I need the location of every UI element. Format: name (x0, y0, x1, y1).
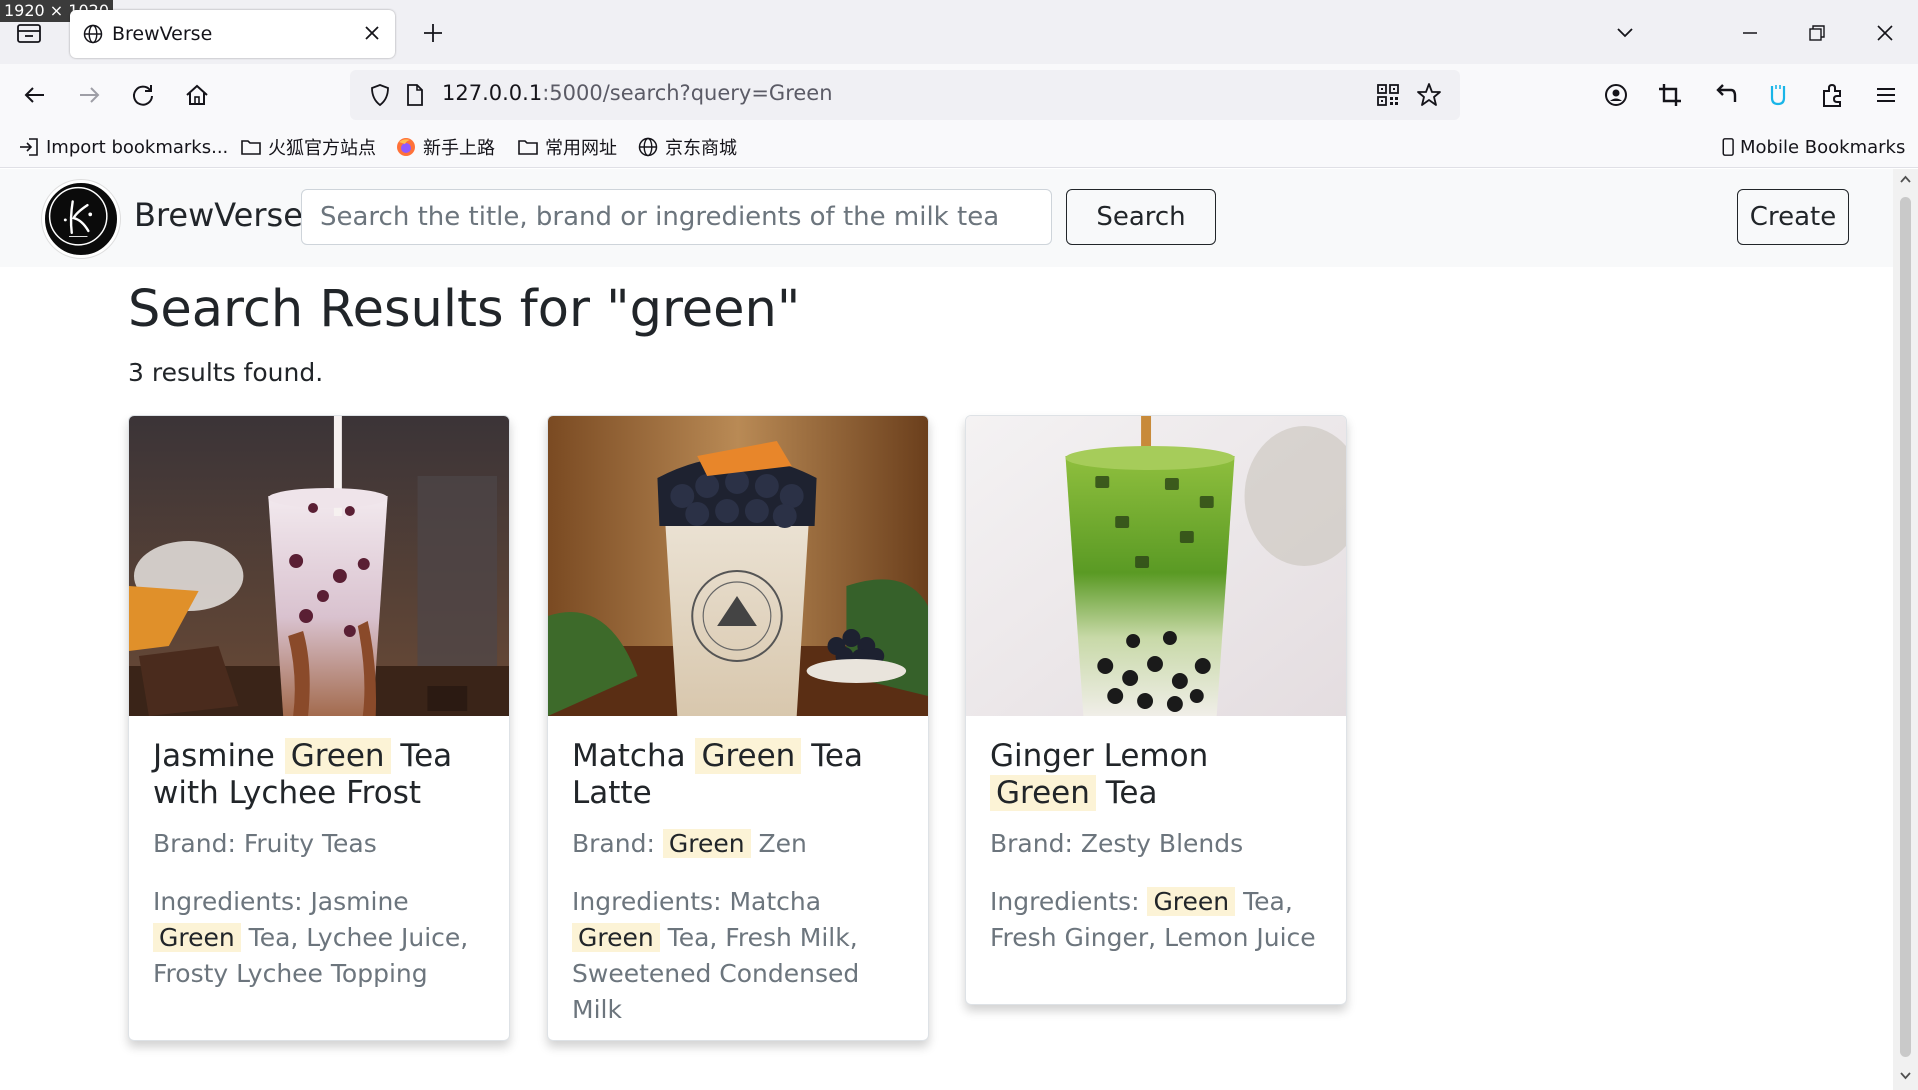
scroll-down-arrow-icon[interactable] (1899, 1069, 1912, 1082)
results-heading: Search Results for "green" (128, 280, 801, 339)
undo-icon[interactable] (1709, 80, 1739, 110)
result-card[interactable]: Jasmine Green Tea with Lychee Frost Bran… (128, 415, 510, 1041)
page-info-icon[interactable] (405, 83, 425, 107)
highlight: Green (284, 738, 391, 774)
mobile-phone-icon (1722, 138, 1734, 156)
browser-tab-bar: 1920 × 1020 BrewVerse (0, 0, 1918, 64)
bookmark-star-icon[interactable] (1416, 82, 1442, 108)
page-scrollbar[interactable] (1893, 169, 1918, 1090)
result-card[interactable]: Matcha Green Tea Latte Brand: Green Zen … (547, 415, 929, 1041)
card-title[interactable]: Ginger Lemon Green Tea (990, 738, 1322, 812)
card-title[interactable]: Jasmine Green Tea with Lychee Frost (153, 738, 485, 812)
bookmark-folder-firefox-official[interactable]: 火狐官方站点 (240, 135, 376, 159)
drink-image (966, 416, 1346, 716)
reload-icon[interactable] (128, 80, 158, 110)
highlight: Green (153, 923, 241, 952)
search-input[interactable] (301, 189, 1052, 245)
firefox-icon (397, 138, 415, 156)
logo-mark-icon (48, 186, 108, 246)
screenshot-crop-icon[interactable] (1655, 80, 1685, 110)
extension-u-icon[interactable] (1763, 80, 1793, 110)
scrollbar-thumb[interactable] (1900, 197, 1911, 1057)
url-text: 127.0.0.1:5000/search?query=Green (442, 81, 833, 105)
card-ingredients: Ingredients: Jasmine Green Tea, Lychee J… (153, 887, 469, 988)
highlight: Green (695, 738, 802, 774)
extensions-puzzle-icon[interactable] (1817, 80, 1847, 110)
highlight: Green (990, 775, 1096, 811)
search-button[interactable]: Search (1066, 189, 1216, 245)
mobile-bookmarks[interactable]: Mobile Bookmarks (1720, 135, 1905, 159)
browser-tab-brewverse[interactable]: BrewVerse (70, 10, 395, 58)
bookmark-getting-started[interactable]: 新手上路 (395, 135, 495, 159)
tab-list-icon[interactable] (16, 22, 42, 44)
bookmark-import[interactable]: Import bookmarks... (18, 135, 228, 159)
results-count: 3 results found. (128, 358, 324, 387)
account-icon[interactable] (1601, 80, 1631, 110)
menu-hamburger-icon[interactable] (1871, 80, 1901, 110)
forward-arrow-icon[interactable] (74, 80, 104, 110)
highlight: Green (1147, 887, 1236, 916)
close-tab-icon[interactable] (361, 22, 383, 44)
card-brand: Brand: Fruity Teas (153, 829, 377, 858)
highlight: Green (572, 923, 660, 952)
result-card[interactable]: Ginger Lemon Green Tea Brand: Zesty Blen… (965, 415, 1347, 1005)
back-arrow-icon[interactable] (20, 80, 50, 110)
tracking-shield-icon[interactable] (368, 83, 392, 107)
brewverse-logo[interactable] (42, 180, 120, 258)
globe-icon (638, 137, 658, 157)
drink-image (129, 416, 509, 716)
home-icon[interactable] (182, 80, 212, 110)
bookmark-folder-common-sites[interactable]: 常用网址 (517, 135, 617, 159)
card-brand: Brand: Zesty Blends (990, 829, 1244, 858)
address-bar[interactable]: 127.0.0.1:5000/search?query=Green (350, 70, 1460, 120)
site-navbar: BrewVerse Search Create (0, 169, 1893, 267)
brand-name[interactable]: BrewVerse (134, 196, 303, 234)
card-ingredients: Ingredients: Matcha Green Tea, Fresh Mil… (572, 887, 860, 1024)
scroll-up-arrow-icon[interactable] (1899, 173, 1912, 186)
import-icon (20, 138, 38, 156)
card-title[interactable]: Matcha Green Tea Latte (572, 738, 904, 812)
tab-title: BrewVerse (112, 23, 213, 45)
list-all-tabs-icon[interactable] (1612, 20, 1638, 46)
restore-icon[interactable] (1804, 20, 1830, 46)
minimize-icon[interactable] (1737, 20, 1763, 46)
card-ingredients: Ingredients: Green Tea, Fresh Ginger, Le… (990, 887, 1316, 952)
new-tab-icon[interactable] (420, 20, 446, 46)
close-window-icon[interactable] (1872, 20, 1898, 46)
globe-icon (83, 24, 103, 44)
folder-icon (518, 140, 538, 155)
bookmark-jd-mall[interactable]: 京东商城 (637, 135, 737, 159)
bookmarks-toolbar: Import bookmarks... 火狐官方站点 新手上路 常用网址 京东商… (0, 126, 1918, 168)
folder-icon (241, 140, 261, 155)
create-button[interactable]: Create (1737, 189, 1849, 245)
qr-code-icon[interactable] (1376, 83, 1400, 107)
drink-image (548, 416, 928, 716)
highlight: Green (662, 829, 751, 858)
card-brand: Brand: Green Zen (572, 829, 807, 858)
